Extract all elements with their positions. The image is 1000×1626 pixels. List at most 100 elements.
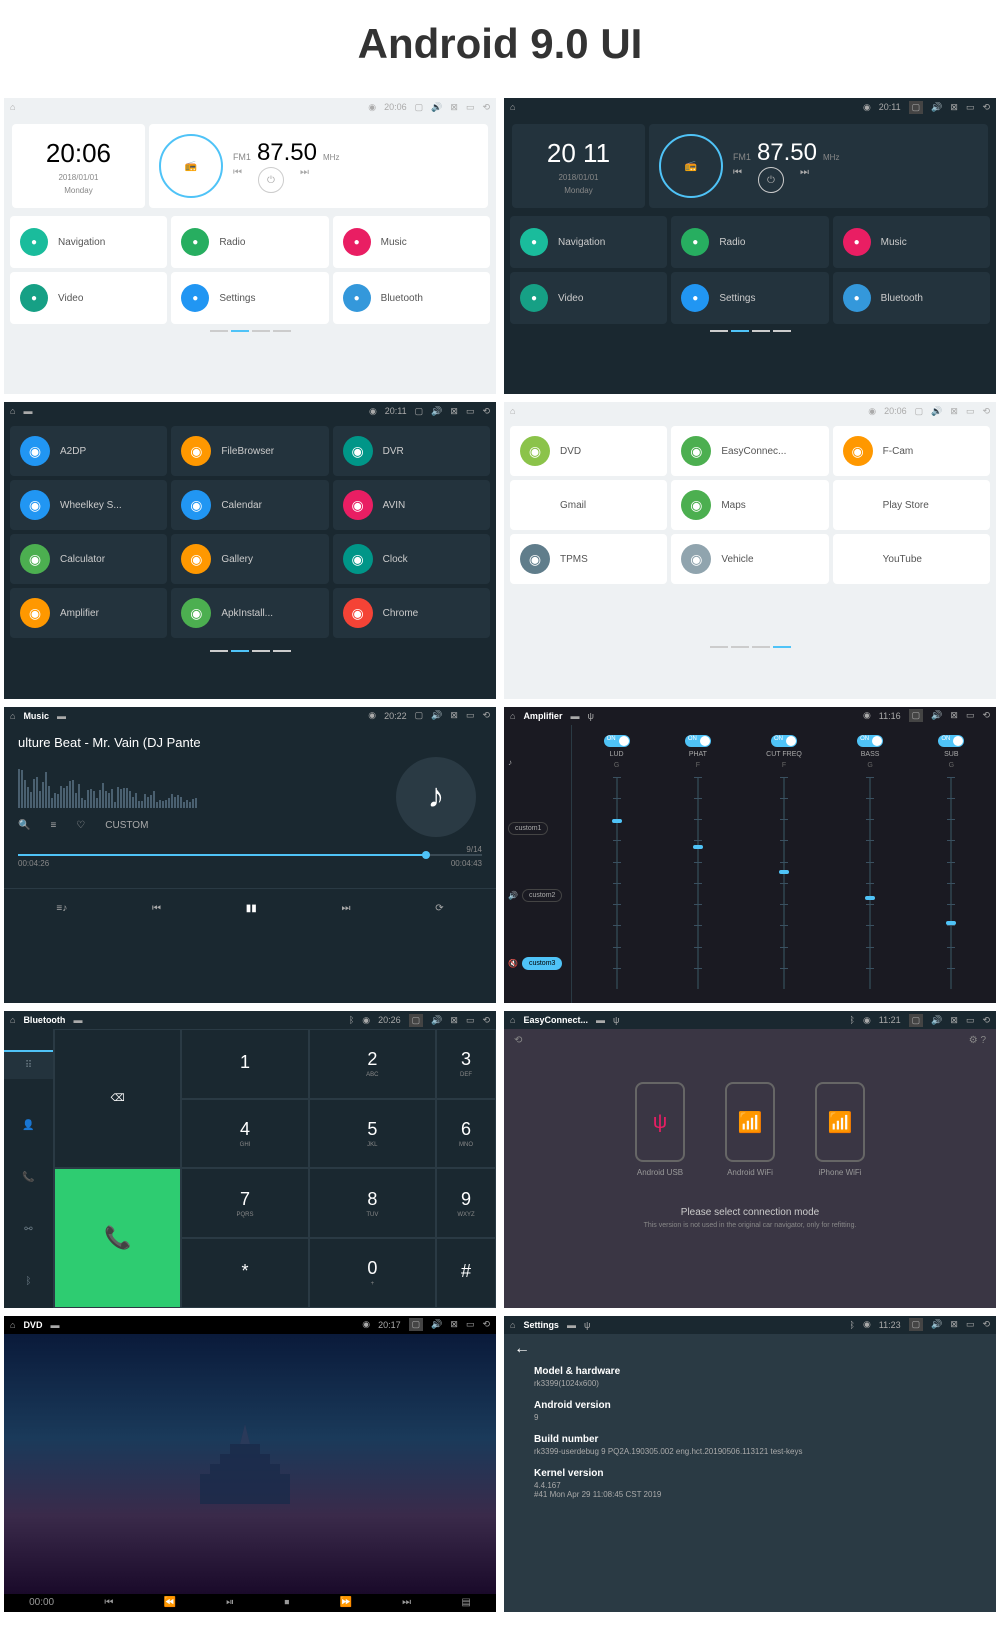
camera-icon[interactable]: ▢ <box>409 1318 424 1331</box>
back-icon[interactable]: ⟲ <box>982 102 990 113</box>
eq-icon[interactable]: ≡ <box>50 820 56 831</box>
close-icon[interactable]: ⊠ <box>450 1015 458 1026</box>
key-1[interactable]: 1 <box>181 1029 308 1099</box>
tile-video[interactable]: ●Video <box>510 272 667 324</box>
windows-icon[interactable]: ▭ <box>466 710 475 721</box>
app-item[interactable]: ◉F-Cam <box>833 426 990 476</box>
tile-bluetooth[interactable]: ●Bluetooth <box>333 272 490 324</box>
app-item[interactable]: ◉DVR <box>333 426 490 476</box>
volume-icon[interactable]: 🔊 <box>931 102 942 113</box>
app-item[interactable]: ◉A2DP <box>10 426 167 476</box>
tile-settings[interactable]: ●Settings <box>671 272 828 324</box>
playlist-icon[interactable]: ≡♪ <box>56 903 67 914</box>
back-icon[interactable]: ⟲ <box>482 406 490 417</box>
play-pause-icon[interactable]: ⏯ <box>226 1597 234 1608</box>
next-track-icon[interactable]: ⏭ <box>341 903 350 914</box>
key-delete[interactable]: ⌫ <box>54 1029 181 1168</box>
tile-music[interactable]: ●Music <box>333 216 490 268</box>
app-item[interactable]: ◉Gallery <box>171 534 328 584</box>
app-item[interactable]: ◉Chrome <box>333 588 490 638</box>
bt-tab[interactable]: ᛒ <box>26 1276 32 1287</box>
camera-icon[interactable]: ▢ <box>909 709 924 722</box>
forward-icon[interactable]: ⏩ <box>340 1597 352 1608</box>
close-icon[interactable]: ⊠ <box>950 1319 958 1330</box>
home-icon[interactable]: ⌂ <box>10 1015 15 1025</box>
windows-icon[interactable]: ▭ <box>466 1319 475 1330</box>
help-icon[interactable]: ? <box>980 1035 986 1046</box>
contacts-tab[interactable]: 👤 <box>22 1120 34 1131</box>
app-item[interactable]: ◉AVIN <box>333 480 490 530</box>
clock-card[interactable]: 20 11 2018/01/01 Monday <box>512 124 645 208</box>
camera-icon[interactable]: ▢ <box>415 102 424 113</box>
camera-icon[interactable]: ▢ <box>915 406 924 417</box>
key-4[interactable]: 4GHI <box>181 1099 308 1169</box>
app-item[interactable]: ◉YouTube <box>833 534 990 584</box>
home-icon[interactable]: ⌂ <box>10 102 15 112</box>
app-item[interactable]: ◉Calendar <box>171 480 328 530</box>
windows-icon[interactable]: ▭ <box>966 710 975 721</box>
slider-bass[interactable]: ONBASSG <box>857 735 883 993</box>
volume-icon[interactable]: 🔊 <box>431 710 442 721</box>
windows-icon[interactable]: ▭ <box>466 102 475 113</box>
back-icon[interactable]: ⟲ <box>982 406 990 417</box>
dialpad-tab[interactable]: ⠿ <box>4 1050 53 1079</box>
repeat-icon[interactable]: ⟳ <box>435 903 443 914</box>
key-5[interactable]: 5JKL <box>309 1099 436 1169</box>
close-icon[interactable]: ⊠ <box>450 710 458 721</box>
next-icon[interactable]: ⏭ <box>800 167 809 193</box>
home-icon[interactable]: ⌂ <box>510 1015 515 1025</box>
app-item[interactable]: ◉TPMS <box>510 534 667 584</box>
tile-navigation[interactable]: ●Navigation <box>510 216 667 268</box>
prev-icon[interactable]: ⏮ <box>733 167 742 193</box>
key-*[interactable]: * <box>181 1238 308 1308</box>
key-3[interactable]: 3DEF <box>436 1029 496 1099</box>
home-icon[interactable]: ⌂ <box>510 102 515 112</box>
app-item[interactable]: ◉Gmail <box>510 480 667 530</box>
slider-sub[interactable]: ONSUBG <box>938 735 964 993</box>
home-icon[interactable]: ⌂ <box>510 711 515 721</box>
app-item[interactable]: ◉Maps <box>671 480 828 530</box>
volume-icon[interactable]: 🔊 <box>931 1015 942 1026</box>
setting-item[interactable]: Kernel version4.4.167#41 Mon Apr 29 11:0… <box>534 1468 986 1499</box>
camera-icon[interactable]: ▢ <box>409 1014 424 1027</box>
seek-bar[interactable] <box>18 854 482 856</box>
home-icon[interactable]: ⌂ <box>510 406 515 416</box>
custom-label[interactable]: CUSTOM <box>105 820 148 831</box>
volume-icon[interactable]: 🔊 <box>931 406 942 417</box>
settings-icon[interactable]: ⚙ <box>969 1035 978 1046</box>
windows-icon[interactable]: ▭ <box>966 1015 975 1026</box>
calls-tab[interactable]: 📞 <box>22 1172 34 1183</box>
close-icon[interactable]: ⊠ <box>950 102 958 113</box>
windows-icon[interactable]: ▭ <box>966 1319 975 1330</box>
back-icon[interactable]: ⟲ <box>982 1319 990 1330</box>
windows-icon[interactable]: ▭ <box>966 102 975 113</box>
camera-icon[interactable]: ▢ <box>415 406 424 417</box>
skip-back-icon[interactable]: ⏮ <box>104 1597 113 1608</box>
key-2[interactable]: 2ABC <box>309 1029 436 1099</box>
volume-icon[interactable]: 🔊 <box>431 406 442 417</box>
menu-icon[interactable]: ▤ <box>461 1597 470 1608</box>
volume-icon[interactable]: 🔊 <box>931 710 942 721</box>
clock-card[interactable]: 20:06 2018/01/01 Monday <box>12 124 145 208</box>
key-call[interactable]: 📞 <box>54 1168 181 1307</box>
volume-icon[interactable]: 🔊 <box>431 1015 442 1026</box>
volume-icon[interactable]: 🔊 <box>931 1319 942 1330</box>
windows-icon[interactable]: ▭ <box>966 406 975 417</box>
camera-icon[interactable]: ▢ <box>415 710 424 721</box>
back-icon[interactable]: ⟲ <box>982 710 990 721</box>
windows-icon[interactable]: ▭ <box>466 406 475 417</box>
pair-tab[interactable]: ⚯ <box>24 1224 32 1235</box>
setting-item[interactable]: Android version9 <box>534 1400 986 1422</box>
ec-back-icon[interactable]: ⟲ <box>514 1035 522 1046</box>
app-item[interactable]: ◉DVD <box>510 426 667 476</box>
back-icon[interactable]: ⟲ <box>482 1319 490 1330</box>
next-icon[interactable]: ⏭ <box>300 167 309 193</box>
app-item[interactable]: ◉Calculator <box>10 534 167 584</box>
camera-icon[interactable]: ▢ <box>909 101 924 114</box>
key-9[interactable]: 9WXYZ <box>436 1168 496 1238</box>
camera-icon[interactable]: ▢ <box>909 1318 924 1331</box>
home-icon[interactable]: ⌂ <box>510 1320 515 1330</box>
tile-radio[interactable]: ●Radio <box>171 216 328 268</box>
video-area[interactable] <box>4 1334 496 1594</box>
tile-navigation[interactable]: ●Navigation <box>10 216 167 268</box>
